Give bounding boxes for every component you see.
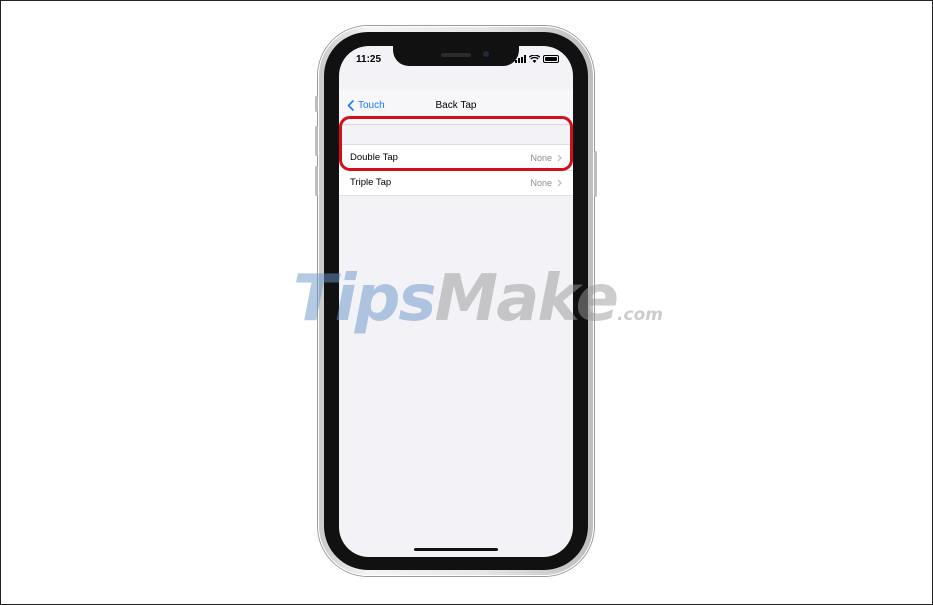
front-camera [483, 51, 489, 57]
home-indicator [414, 548, 498, 551]
volume-down-button [315, 166, 318, 196]
watermark-part-1: Tips [293, 262, 436, 336]
battery-icon [543, 55, 559, 63]
watermark-logo: TipsMake.com [293, 262, 663, 336]
page-title: Back Tap [435, 100, 477, 111]
notch [393, 46, 519, 66]
power-button [594, 151, 597, 197]
triple-tap-label: Triple Tap [350, 177, 392, 188]
cellular-signal-icon [515, 55, 526, 63]
chevron-right-icon [557, 179, 562, 186]
silent-switch [315, 96, 318, 112]
highlight-annotation [339, 116, 573, 171]
triple-tap-value: None [530, 177, 552, 188]
speaker [441, 53, 471, 57]
triple-tap-row[interactable]: Triple Tap None [339, 170, 573, 195]
triple-tap-value-wrap: None [530, 178, 562, 188]
status-icons [515, 54, 559, 64]
watermark-part-3: .com [617, 305, 663, 325]
status-time: 11:25 [356, 54, 382, 65]
watermark-part-2: Make [434, 262, 620, 336]
wifi-icon [529, 55, 540, 63]
volume-up-button [315, 126, 318, 156]
